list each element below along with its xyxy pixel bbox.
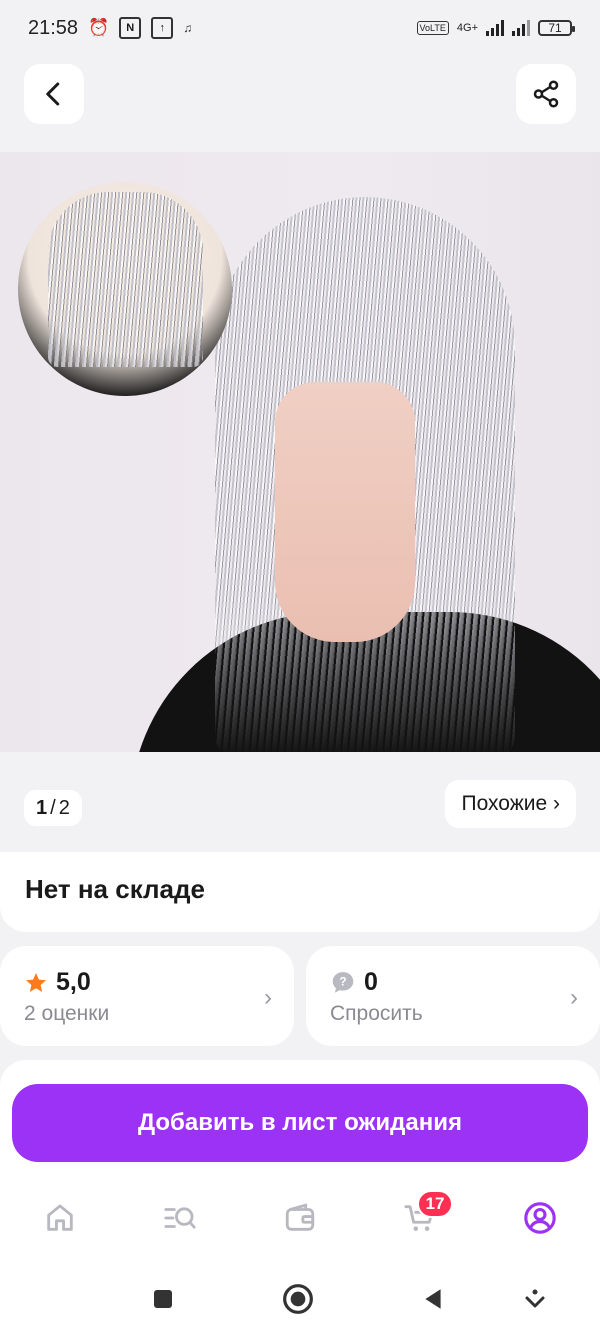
- chevron-right-icon: ›: [570, 984, 578, 1011]
- share-icon: [533, 80, 559, 108]
- rating-count: 2 оценки: [24, 1002, 110, 1025]
- model-face: [275, 382, 415, 642]
- stock-card: Нет на складе: [0, 852, 600, 932]
- battery-level: 71: [548, 21, 562, 35]
- nfc-icon: N: [119, 17, 142, 39]
- image-counter: 1 / 2: [24, 790, 82, 826]
- status-time: 21:58: [28, 16, 79, 39]
- wallet-icon: [285, 1203, 315, 1231]
- product-image[interactable]: [0, 152, 600, 752]
- back-button[interactable]: [24, 64, 84, 124]
- alarm-icon: ⏰: [88, 18, 110, 37]
- nav-catalog[interactable]: [160, 1198, 200, 1238]
- stock-status: Нет на складе: [25, 874, 205, 904]
- bottom-nav: [0, 1176, 600, 1266]
- rating-value: 5,0: [56, 968, 91, 996]
- signal-icon: [486, 20, 504, 36]
- nav-home[interactable]: [40, 1198, 80, 1238]
- top-bar: [0, 56, 600, 152]
- music-icon: ♫: [183, 21, 193, 35]
- system-nav: [0, 1266, 600, 1332]
- wig-thumbnail: [18, 182, 232, 396]
- home-icon: [47, 1204, 73, 1231]
- questions-value: 0: [364, 968, 378, 996]
- add-to-waitlist-button[interactable]: Добавить в лист ожидания: [12, 1084, 588, 1162]
- image-counter-current: 1: [36, 796, 48, 819]
- back-system-button[interactable]: [416, 1282, 450, 1316]
- assistant-button[interactable]: [518, 1282, 552, 1316]
- chevron-left-icon: [46, 82, 60, 106]
- triangle-back-icon: [425, 1289, 441, 1309]
- svg-text:?: ?: [339, 974, 346, 988]
- battery-icon: 71: [538, 20, 575, 36]
- questions-card[interactable]: ? 0 Спросить ›: [306, 946, 600, 1046]
- nav-profile[interactable]: [520, 1198, 560, 1238]
- square-icon: [154, 1290, 172, 1308]
- star-icon: [26, 972, 46, 992]
- share-button[interactable]: [516, 64, 576, 124]
- nav-wallet[interactable]: [280, 1198, 320, 1238]
- network-label: 4G+: [456, 22, 478, 34]
- image-counter-separator: /: [50, 796, 56, 819]
- circle-icon: [283, 1284, 313, 1314]
- ask-label: Спросить: [330, 1002, 423, 1025]
- image-counter-total: 2: [58, 796, 70, 819]
- chevron-right-icon: ›: [264, 984, 272, 1011]
- question-bubble-icon: ?: [332, 971, 354, 993]
- home-system-button[interactable]: [281, 1282, 315, 1316]
- upload-icon: ↑: [151, 17, 174, 39]
- volte-icon: VoLTE: [416, 21, 449, 35]
- catalog-search-icon: [164, 1207, 196, 1229]
- cart-badge: 17: [417, 1190, 453, 1218]
- gallery-controls: 1 / 2 Похожие ›: [0, 752, 600, 852]
- similar-button[interactable]: Похожие ›: [445, 780, 576, 828]
- recents-button[interactable]: [146, 1282, 180, 1316]
- rating-card[interactable]: 5,0 2 оценки ›: [0, 946, 294, 1046]
- status-bar: 21:58 ⏰ N ↑ ♫ VoLTE 4G+ 71: [0, 0, 600, 56]
- profile-icon: [524, 1202, 556, 1234]
- download-arrow-icon: [525, 1289, 545, 1308]
- signal-2-icon: [512, 20, 530, 36]
